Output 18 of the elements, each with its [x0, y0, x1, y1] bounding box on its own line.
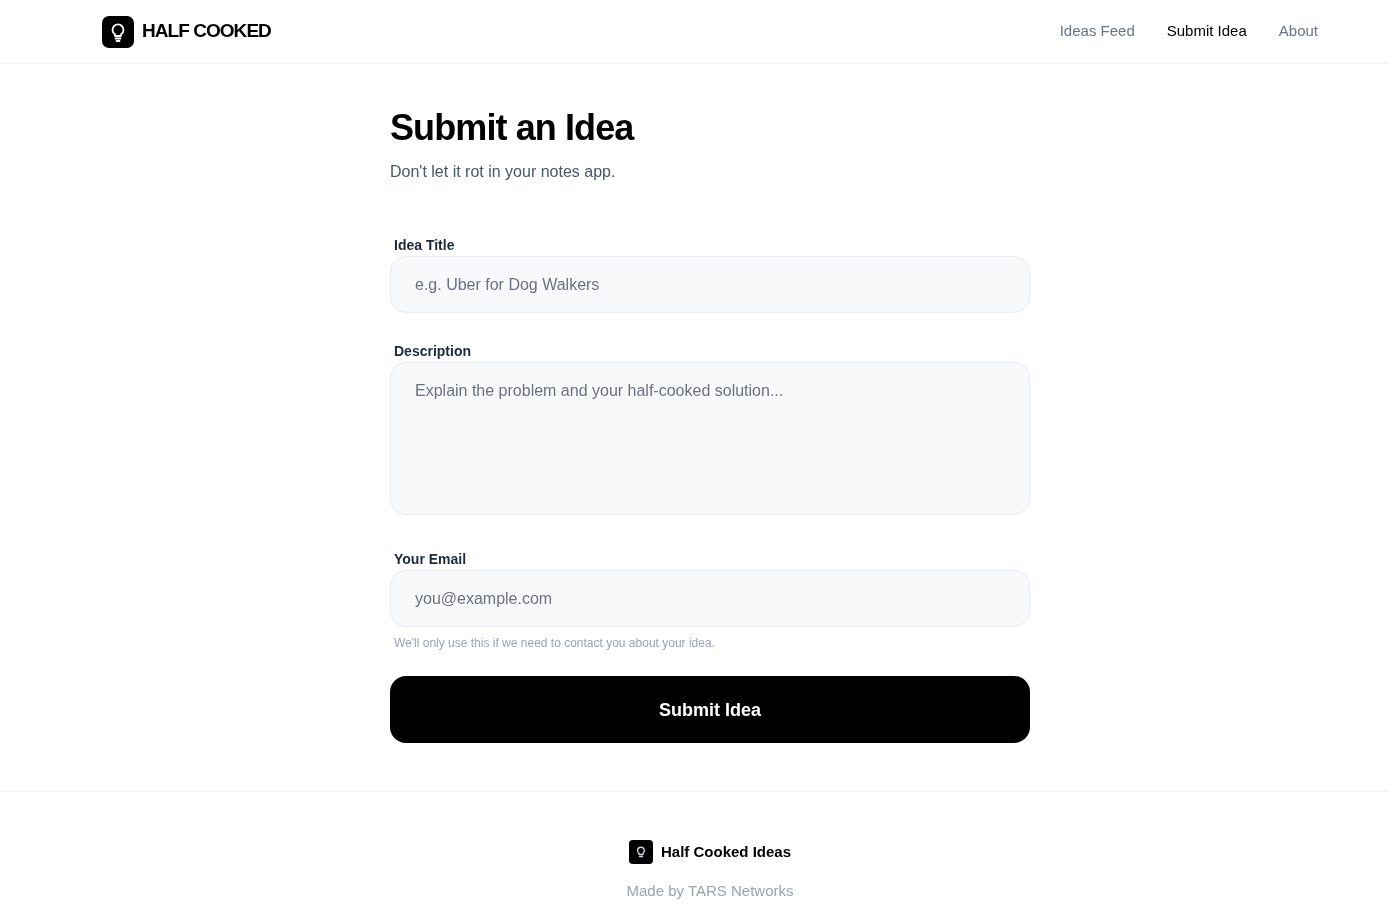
field-label: Idea Title: [393, 236, 456, 255]
email-field[interactable]: you@example.com: [390, 570, 1030, 627]
brand-name: HALF COOKED: [142, 19, 271, 44]
footer-brand: Half Cooked Ideas: [660, 841, 791, 862]
field-label: Your Email: [393, 550, 468, 569]
nav-link[interactable]: Submit Idea: [1166, 20, 1247, 43]
field-label: Description: [393, 342, 472, 361]
nav-link[interactable]: About: [1278, 20, 1318, 43]
lightbulb-logo-icon: [628, 840, 653, 864]
footer-credit: Made by TARS Networks: [626, 881, 794, 901]
page-subtitle: Don't let it rot in your notes app.: [390, 162, 617, 182]
lightbulb-logo-icon: [102, 15, 134, 48]
submit-button[interactable]: Submit Idea: [390, 676, 1030, 743]
title-field[interactable]: e.g. Uber for Dog Walkers: [390, 256, 1030, 313]
nav-link[interactable]: Ideas Feed: [1059, 20, 1135, 43]
description-field[interactable]: Explain the problem and your half-cooked solution...: [390, 362, 1030, 515]
field-hint: We'll only use this if we need to contact you about your idea.: [393, 635, 716, 651]
page-title: Submit an Idea: [390, 108, 636, 148]
